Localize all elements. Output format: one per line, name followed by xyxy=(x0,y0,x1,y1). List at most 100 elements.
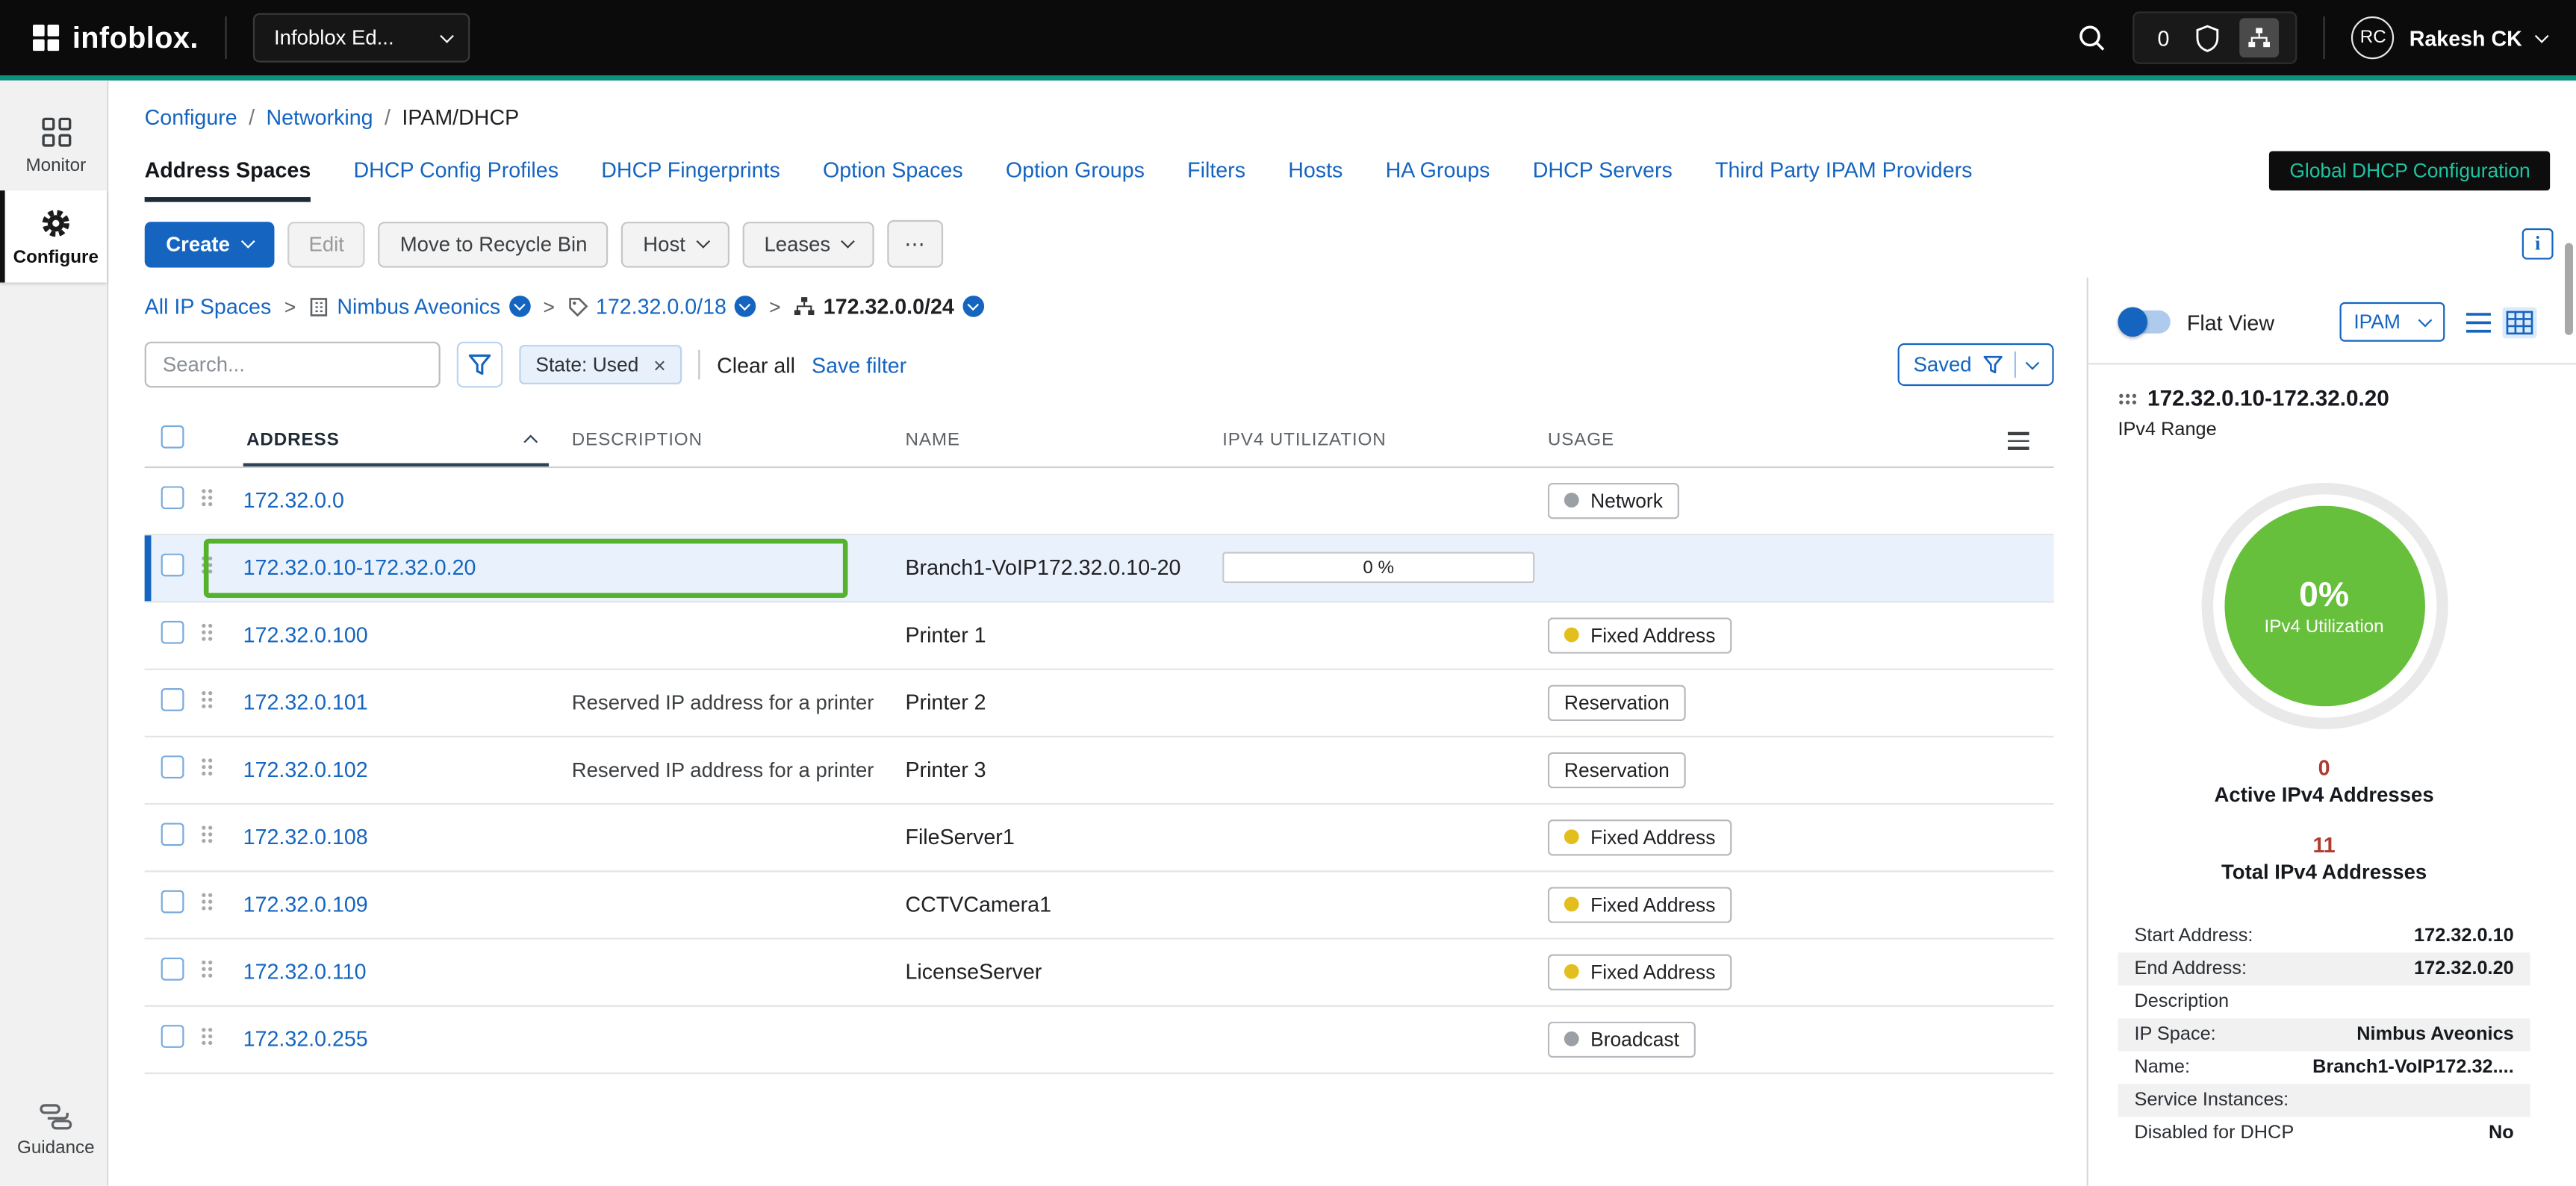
clear-all-button[interactable]: Clear all xyxy=(717,352,795,377)
edit-button[interactable]: Edit xyxy=(287,221,366,267)
move-to-recycle-bin-button[interactable]: Move to Recycle Bin xyxy=(379,221,609,267)
column-header-ipv4-utilization[interactable]: IPV4 UTILIZATION xyxy=(1222,430,1548,466)
chevron-down-icon xyxy=(2418,313,2433,327)
drag-handle-icon[interactable] xyxy=(200,622,214,642)
tab-option-groups[interactable]: Option Groups xyxy=(1006,157,1145,202)
row-checkbox[interactable] xyxy=(161,823,184,846)
create-label: Create xyxy=(166,232,230,255)
address-link[interactable]: 172.32.0.10-172.32.0.20 xyxy=(243,555,476,580)
row-checkbox[interactable] xyxy=(161,890,184,914)
list-view-icon[interactable] xyxy=(2461,306,2495,337)
tab-dhcp-fingerprints[interactable]: DHCP Fingerprints xyxy=(601,157,780,202)
expand-toggle-icon[interactable] xyxy=(508,296,530,317)
table-row[interactable]: 172.32.0.255 Broadcast xyxy=(145,1006,2054,1073)
breadcrumb-separator: / xyxy=(385,105,391,130)
column-header-description[interactable]: DESCRIPTION xyxy=(572,430,906,466)
table-body: 172.32.0.0 Network 172.32.0.10-172.32.0.… xyxy=(145,467,2054,1073)
network-status-button[interactable] xyxy=(2240,18,2280,57)
row-checkbox[interactable] xyxy=(161,487,184,510)
utilization-percent: 0% xyxy=(2299,575,2349,615)
filter-chip-state-used[interactable]: State: Used × xyxy=(519,345,682,384)
row-checkbox[interactable] xyxy=(161,1025,184,1048)
address-link[interactable]: 172.32.0.255 xyxy=(243,1027,368,1052)
row-checkbox[interactable] xyxy=(161,688,184,711)
shield-icon[interactable] xyxy=(2196,24,2221,52)
field-value: 172.32.0.10 xyxy=(2414,926,2514,946)
drag-handle-icon[interactable] xyxy=(200,892,214,911)
tab-third-party-ipam-providers[interactable]: Third Party IPAM Providers xyxy=(1715,157,1972,202)
address-link[interactable]: 172.32.0.101 xyxy=(243,690,368,714)
host-button[interactable]: Host xyxy=(622,221,730,267)
more-actions-button[interactable]: ⋯ xyxy=(888,220,943,268)
table-row[interactable]: 172.32.0.108 FileServer1 Fixed Address xyxy=(145,804,2054,871)
table-row[interactable]: 172.32.0.101 Reserved IP address for a p… xyxy=(145,670,2054,737)
table-row[interactable]: 172.32.0.110 LicenseServer Fixed Address xyxy=(145,939,2054,1006)
info-icon[interactable]: i xyxy=(2522,228,2554,260)
saved-filters-dropdown[interactable]: Saved xyxy=(1897,343,2054,386)
drag-handle-icon[interactable] xyxy=(200,488,214,508)
sidebar-item-guidance[interactable]: Guidance xyxy=(0,1087,107,1173)
table-row[interactable]: 172.32.0.100 Printer 1 Fixed Address xyxy=(145,602,2054,670)
infoblox-logo[interactable]: infoblox. xyxy=(33,21,199,55)
column-header-name[interactable]: NAME xyxy=(905,430,1222,466)
breadcrumb-networking[interactable]: Networking xyxy=(266,105,373,130)
notification-count[interactable]: 0 xyxy=(2151,25,2177,50)
breadcrumb-configure[interactable]: Configure xyxy=(145,105,237,130)
tab-dhcp-servers[interactable]: DHCP Servers xyxy=(1533,157,1673,202)
save-filter-link[interactable]: Save filter xyxy=(812,352,906,377)
scrollbar-thumb[interactable] xyxy=(2565,243,2573,335)
app-selector-dropdown[interactable]: Infoblox Ed... xyxy=(252,13,469,63)
drag-handle-icon[interactable] xyxy=(200,555,214,575)
search-input[interactable] xyxy=(145,342,441,388)
table-row[interactable]: 172.32.0.109 CCTVCamera1 Fixed Address xyxy=(145,872,2054,939)
address-link[interactable]: 172.32.0.108 xyxy=(243,825,368,849)
column-settings-icon[interactable] xyxy=(2008,432,2029,449)
flat-view-toggle[interactable] xyxy=(2118,310,2170,334)
drag-handle-icon[interactable] xyxy=(200,959,214,979)
expand-toggle-icon[interactable] xyxy=(962,296,984,317)
view-mode-select[interactable]: IPAM xyxy=(2339,302,2445,342)
filter-funnel-button[interactable] xyxy=(457,342,503,388)
column-header-address[interactable]: ADDRESS xyxy=(243,430,572,466)
search-icon[interactable] xyxy=(2077,23,2107,53)
tab-option-spaces[interactable]: Option Spaces xyxy=(823,157,963,202)
address-link[interactable]: 172.32.0.110 xyxy=(243,959,367,984)
path-all-ip-spaces[interactable]: All IP Spaces xyxy=(145,294,272,319)
grid-view-icon[interactable] xyxy=(2502,306,2536,337)
tab-dhcp-config-profiles[interactable]: DHCP Config Profiles xyxy=(353,157,559,202)
leases-button[interactable]: Leases xyxy=(743,221,875,267)
address-link[interactable]: 172.32.0.109 xyxy=(243,892,368,917)
row-checkbox[interactable] xyxy=(161,958,184,981)
tab-filters[interactable]: Filters xyxy=(1187,157,1245,202)
user-menu[interactable]: RC Rakesh CK xyxy=(2352,16,2547,59)
create-button[interactable]: Create xyxy=(145,221,275,267)
row-checkbox[interactable] xyxy=(161,755,184,778)
global-dhcp-configuration-button[interactable]: Global DHCP Configuration xyxy=(2270,151,2550,190)
address-link[interactable]: 172.32.0.102 xyxy=(243,758,368,782)
expand-toggle-icon[interactable] xyxy=(735,296,756,317)
row-checkbox[interactable] xyxy=(161,621,184,644)
drag-handle-icon[interactable] xyxy=(200,758,214,777)
column-header-usage[interactable]: USAGE xyxy=(1548,430,2008,466)
drag-handle-icon[interactable] xyxy=(200,1027,214,1046)
drag-handle-icon[interactable] xyxy=(200,825,214,844)
select-all-checkbox[interactable] xyxy=(161,425,184,448)
sidebar-item-configure[interactable]: Configure xyxy=(0,190,107,282)
range-grip-icon xyxy=(2118,392,2137,405)
table-row[interactable]: 172.32.0.102 Reserved IP address for a p… xyxy=(145,737,2054,804)
tab-address-spaces[interactable]: Address Spaces xyxy=(145,157,311,202)
drag-handle-icon[interactable] xyxy=(200,690,214,709)
table-row[interactable]: 172.32.0.0 Network xyxy=(145,467,2054,534)
address-link[interactable]: 172.32.0.0 xyxy=(243,488,344,513)
row-checkbox[interactable] xyxy=(161,554,184,577)
stat-value: 11 xyxy=(2312,833,2335,858)
path-subnet[interactable]: 172.32.0.0/18 xyxy=(596,294,727,319)
sidebar-item-monitor[interactable]: Monitor xyxy=(0,100,107,190)
chip-close-icon[interactable]: × xyxy=(653,354,666,375)
tab-ha-groups[interactable]: HA Groups xyxy=(1386,157,1490,202)
ip-space-icon xyxy=(309,296,329,316)
tab-hosts[interactable]: Hosts xyxy=(1288,157,1343,202)
table-row[interactable]: 172.32.0.10-172.32.0.20 Branch1-VoIP172.… xyxy=(145,534,2054,602)
path-ip-space[interactable]: Nimbus Aveonics xyxy=(337,294,500,319)
address-link[interactable]: 172.32.0.100 xyxy=(243,622,368,647)
